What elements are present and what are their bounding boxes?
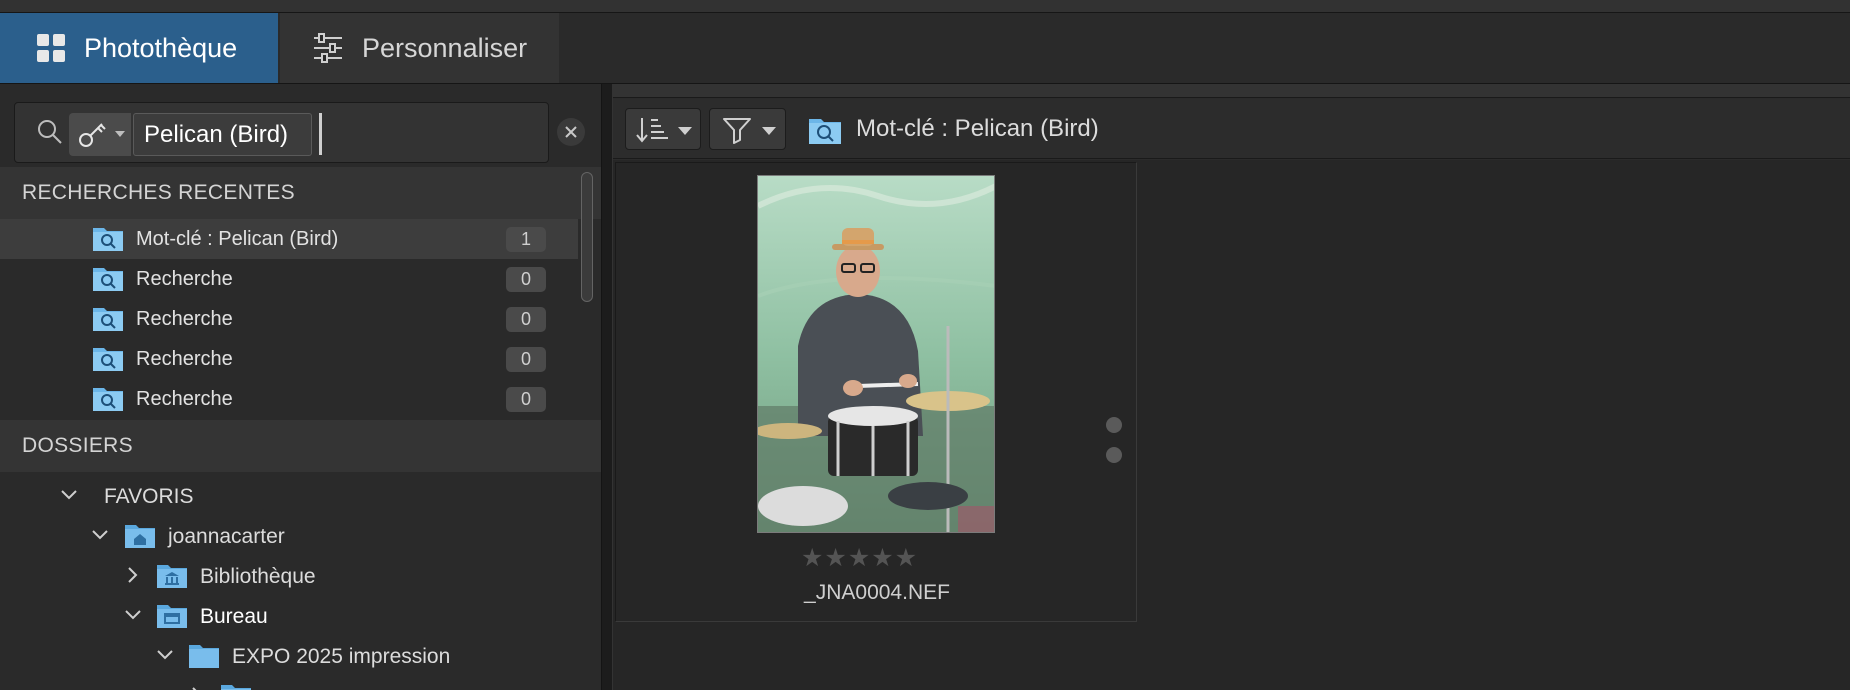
search-type-button[interactable] bbox=[69, 113, 131, 156]
chevron-down-icon bbox=[115, 131, 125, 137]
tree-label: EXPO 2025 impression bbox=[232, 645, 451, 668]
tab-customize-label: Personnaliser bbox=[362, 32, 528, 63]
more-options-icon[interactable] bbox=[1106, 447, 1122, 463]
sort-button[interactable] bbox=[625, 108, 701, 150]
count-badge: 0 bbox=[506, 307, 546, 332]
chevron-down-icon bbox=[157, 650, 173, 660]
chevron-down-icon bbox=[762, 127, 776, 135]
key-icon bbox=[79, 123, 106, 147]
chevron-down-icon bbox=[92, 530, 108, 540]
clear-search-button[interactable] bbox=[557, 118, 585, 146]
browser-panel: Pelican (Bird) RECHERCHES RECENTES Mot-c… bbox=[0, 84, 601, 690]
recent-search-label: Recherche bbox=[136, 268, 233, 290]
folder-icon bbox=[189, 645, 219, 668]
tree-item-desktop[interactable]: Bureau bbox=[0, 596, 578, 636]
home-folder-icon bbox=[125, 525, 155, 548]
tree-label: FAVORIS bbox=[104, 485, 194, 508]
content-area: Mot-clé : Pelican (Bird) ★★★★★ _JNA0004.… bbox=[613, 84, 1850, 690]
tree-item-library[interactable]: Bibliothèque bbox=[0, 556, 578, 596]
module-tabbar: Photothèque Personnaliser bbox=[0, 13, 1850, 84]
tree-label: Bibliothèque bbox=[200, 565, 316, 588]
library-folder-icon bbox=[157, 565, 187, 588]
recent-search-item[interactable]: Recherche 0 bbox=[0, 299, 578, 339]
tree-label: Bureau bbox=[200, 605, 268, 628]
search-folder-icon bbox=[809, 119, 841, 144]
chevron-right-icon bbox=[192, 687, 197, 690]
panel-splitter[interactable] bbox=[601, 84, 613, 690]
grid-icon bbox=[37, 34, 65, 62]
search-icon bbox=[38, 120, 62, 144]
search-folder-icon bbox=[93, 348, 123, 371]
search-folder-icon bbox=[93, 308, 123, 331]
breadcrumb: Mot-clé : Pelican (Bird) bbox=[856, 115, 1099, 142]
search-token[interactable]: Pelican (Bird) bbox=[133, 113, 312, 156]
thumbnail-cell[interactable]: ★★★★★ _JNA0004.NEF bbox=[615, 162, 1137, 622]
search-folder-icon bbox=[93, 268, 123, 291]
photo-drummer bbox=[758, 176, 994, 532]
search-folder-icon bbox=[93, 228, 123, 251]
count-badge: 1 bbox=[506, 227, 546, 252]
chevron-down-icon bbox=[125, 610, 141, 620]
tree-label: joannacarter bbox=[168, 525, 285, 548]
search-bar[interactable]: Pelican (Bird) bbox=[14, 102, 549, 163]
filter-button[interactable] bbox=[709, 108, 786, 150]
window-top-strip bbox=[0, 0, 1850, 13]
text-cursor bbox=[319, 113, 322, 155]
desktop-folder-icon bbox=[157, 605, 187, 628]
folder-icon bbox=[221, 685, 251, 690]
section-header-folders[interactable]: DOSSIERS bbox=[0, 420, 601, 472]
star-rating[interactable]: ★★★★★ bbox=[801, 543, 918, 573]
photo-thumbnail[interactable] bbox=[757, 175, 995, 533]
search-folder-icon bbox=[93, 388, 123, 411]
chevron-down-icon bbox=[678, 127, 692, 135]
recent-search-label: Mot-clé : Pelican (Bird) bbox=[136, 228, 339, 250]
tab-customize[interactable]: Personnaliser bbox=[280, 13, 559, 83]
count-badge: 0 bbox=[506, 347, 546, 372]
recent-search-item[interactable]: Recherche 0 bbox=[0, 259, 578, 299]
close-icon bbox=[565, 126, 577, 138]
tree-item-favorites[interactable]: FAVORIS bbox=[0, 476, 578, 516]
chevron-down-icon bbox=[61, 490, 77, 500]
scrollbar-thumb[interactable] bbox=[581, 172, 593, 302]
more-options-icon[interactable] bbox=[1106, 417, 1122, 433]
content-top-strip bbox=[613, 84, 1850, 98]
recent-search-label: Recherche bbox=[136, 348, 233, 370]
count-badge: 0 bbox=[506, 267, 546, 292]
recent-search-item[interactable]: Recherche 0 bbox=[0, 339, 578, 379]
section-header-recent-searches[interactable]: RECHERCHES RECENTES bbox=[0, 167, 601, 219]
recent-search-item[interactable]: Recherche 0 bbox=[0, 379, 578, 419]
count-badge: 0 bbox=[506, 387, 546, 412]
tree-item-user[interactable]: joannacarter bbox=[0, 516, 578, 556]
tab-library-label: Photothèque bbox=[84, 32, 238, 63]
tree-item-partial[interactable] bbox=[0, 676, 578, 690]
thumbnail-filename: _JNA0004.NEF bbox=[804, 581, 950, 604]
tree-item-expo[interactable]: EXPO 2025 impression bbox=[0, 636, 578, 676]
recent-search-label: Recherche bbox=[136, 388, 233, 410]
sliders-icon bbox=[314, 33, 342, 63]
chevron-right-icon bbox=[128, 567, 138, 583]
thumbnail-grid: ★★★★★ _JNA0004.NEF bbox=[613, 160, 1850, 690]
sort-icon bbox=[636, 118, 668, 143]
recent-search-label: Recherche bbox=[136, 308, 233, 330]
recent-search-item[interactable]: Mot-clé : Pelican (Bird) 1 bbox=[0, 219, 578, 259]
browser-toolbar: Mot-clé : Pelican (Bird) bbox=[613, 99, 1850, 159]
tab-library[interactable]: Photothèque bbox=[0, 13, 278, 83]
filter-icon bbox=[723, 118, 751, 144]
